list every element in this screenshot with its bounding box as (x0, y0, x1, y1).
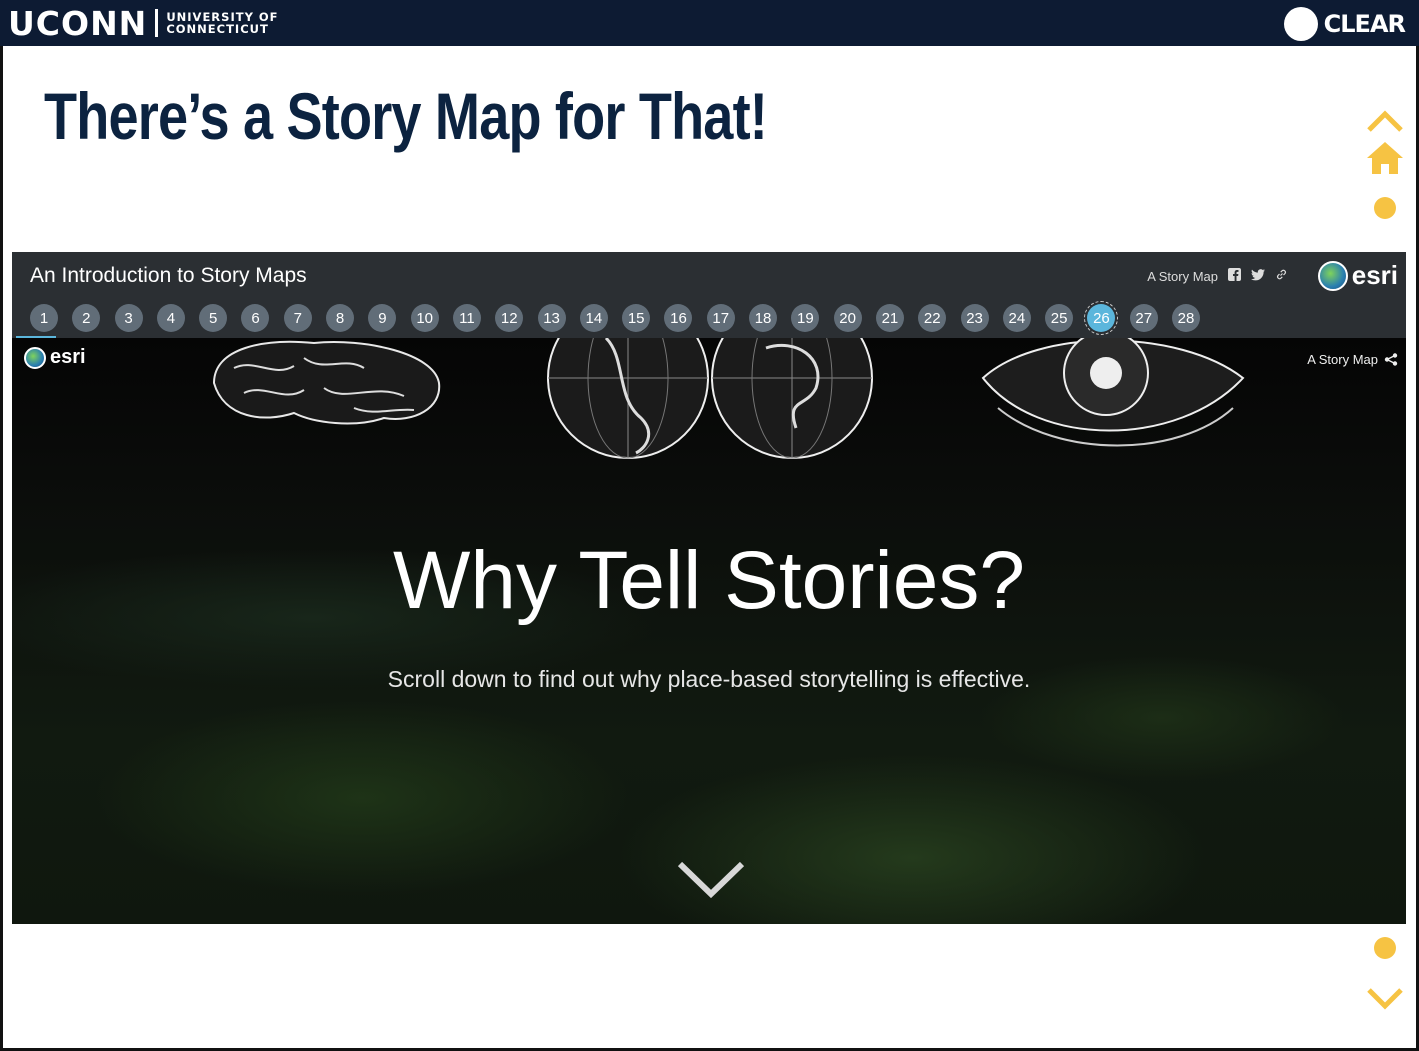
tab-14[interactable]: 14 (579, 304, 608, 332)
tab-8[interactable]: 8 (326, 304, 355, 332)
story-map-tab-list: 1 2 3 4 5 6 7 8 9 10 11 12 13 14 15 16 17 18 19 20 21 22 23 24 2… (30, 301, 1201, 335)
tab-27[interactable]: 27 (1129, 304, 1158, 332)
tab-4[interactable]: 4 (156, 304, 185, 332)
tab-17[interactable]: 17 (706, 304, 735, 332)
tab-18[interactable]: 18 (749, 304, 778, 332)
tab-25[interactable]: 25 (1045, 304, 1074, 332)
hero-heading: Why Tell Stories? (393, 535, 1025, 626)
tab-19[interactable]: 19 (791, 304, 820, 332)
uconn-header-bar: UCONN UNIVERSITY OF CONNECTICUT CLEAR (0, 0, 1419, 46)
story-map-tools: A Story Map (1147, 268, 1288, 284)
tab-3[interactable]: 3 (114, 304, 143, 332)
tab-16[interactable]: 16 (664, 304, 693, 332)
tab-6[interactable]: 6 (241, 304, 270, 332)
share-icon[interactable] (1384, 353, 1398, 366)
scroll-down-chevron-icon[interactable] (676, 860, 746, 900)
next-slide-button[interactable] (1365, 986, 1405, 1016)
story-map-header: An Introduction to Story Maps A Story Ma… (12, 252, 1406, 339)
hero-tools: A Story Map (1307, 352, 1398, 367)
previous-slide-button[interactable] (1365, 108, 1405, 138)
story-map-title: An Introduction to Story Maps (30, 264, 307, 287)
chevron-down-icon (1367, 988, 1403, 1010)
story-map-hero: esri A Story Map Why Tell Stories? Scrol… (12, 338, 1406, 924)
tab-10[interactable]: 10 (410, 304, 439, 332)
tab-20[interactable]: 20 (833, 304, 862, 332)
clear-logo: CLEAR (1283, 7, 1406, 41)
tab-24[interactable]: 24 (1002, 304, 1031, 332)
tab-15[interactable]: 15 (622, 304, 651, 332)
esri-globe-icon (24, 346, 46, 369)
home-icon (1367, 142, 1403, 174)
story-map-embed[interactable]: An Introduction to Story Maps A Story Ma… (12, 252, 1406, 924)
uconn-wordmark: UCONN (8, 3, 148, 43)
nav-dot-bottom[interactable] (1365, 937, 1405, 959)
esri-globe-icon (1317, 260, 1348, 291)
hero-tagline[interactable]: A Story Map (1307, 352, 1378, 367)
nav-dot-top[interactable] (1365, 197, 1405, 219)
hero-esri-logo[interactable]: esri (24, 346, 86, 369)
brain-illustration (212, 340, 441, 425)
tab-9[interactable]: 9 (368, 304, 397, 332)
university-name: UNIVERSITY OF CONNECTICUT (166, 11, 278, 35)
tab-1[interactable]: 1 (30, 304, 58, 332)
esri-logo[interactable]: esri (1317, 260, 1398, 291)
clear-logo-circle-icon (1283, 7, 1318, 41)
link-icon[interactable] (1275, 268, 1288, 284)
tab-12[interactable]: 12 (495, 304, 524, 332)
university-name-line2: CONNECTICUT (166, 22, 269, 36)
facebook-icon[interactable] (1228, 268, 1241, 284)
tab-2[interactable]: 2 (72, 304, 101, 332)
esri-logo-text: esri (1351, 260, 1398, 290)
hero-esri-logo-text: esri (50, 346, 86, 368)
tab-7[interactable]: 7 (283, 304, 312, 332)
tab-13[interactable]: 13 (537, 304, 566, 332)
clear-wordmark: CLEAR (1323, 10, 1406, 38)
home-button[interactable] (1365, 140, 1405, 180)
tab-26[interactable]: 26 (1084, 301, 1119, 335)
page-title: There’s a Story Map for That! (44, 79, 768, 153)
dot-icon (1374, 197, 1396, 219)
tab-23[interactable]: 23 (960, 304, 989, 332)
dot-icon (1374, 937, 1396, 959)
story-map-tagline[interactable]: A Story Map (1147, 269, 1218, 284)
logo-separator (155, 9, 159, 37)
chevron-up-icon (1367, 110, 1403, 132)
tab-11[interactable]: 11 (452, 304, 481, 332)
eye-illustration (981, 338, 1245, 447)
tab-28[interactable]: 28 (1172, 304, 1201, 332)
twitter-icon[interactable] (1251, 268, 1265, 284)
hero-subheading: Scroll down to find out why place-based … (387, 666, 1031, 692)
uconn-logo: UCONN UNIVERSITY OF CONNECTICUT (8, 3, 279, 43)
tab-5[interactable]: 5 (199, 304, 228, 332)
tab-21[interactable]: 21 (875, 304, 904, 332)
world-hemispheres-illustration (547, 338, 873, 459)
tab-22[interactable]: 22 (918, 304, 947, 332)
